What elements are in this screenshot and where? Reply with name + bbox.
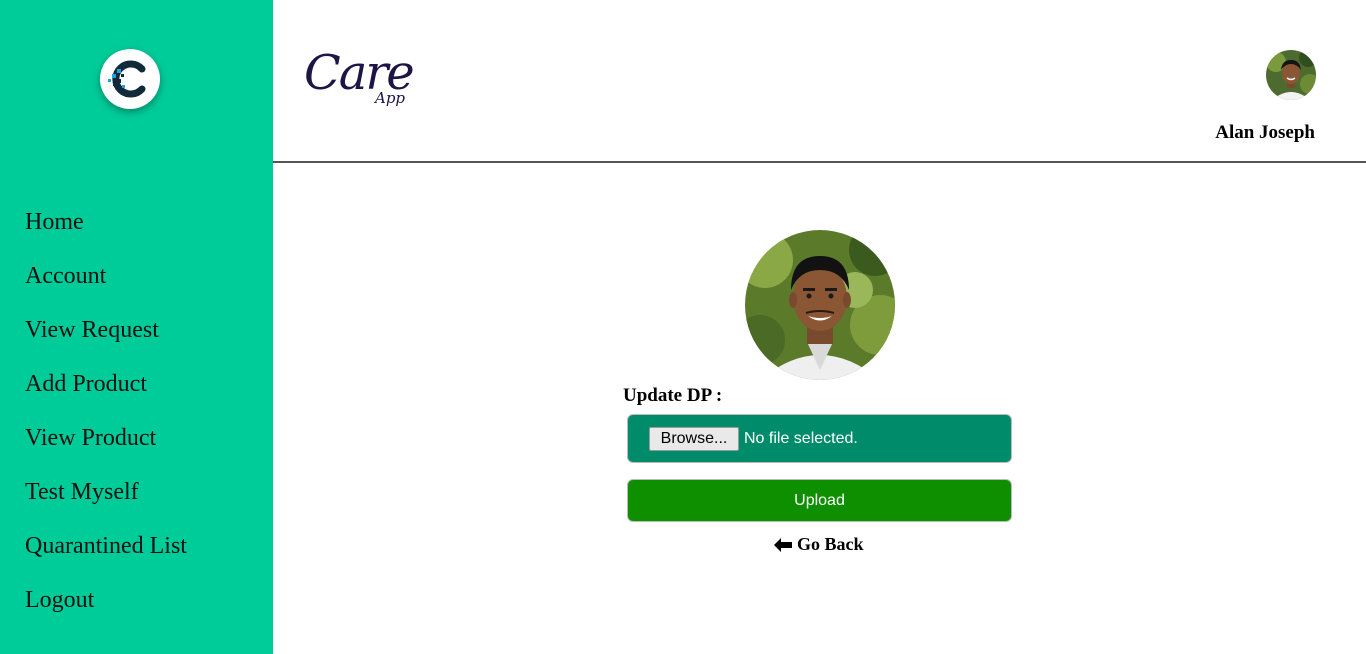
sidebar-item-account[interactable]: Account — [25, 258, 187, 312]
sidebar: Home Account View Request Add Product Vi… — [0, 0, 273, 654]
browse-button[interactable]: Browse... — [649, 427, 739, 451]
user-avatar[interactable] — [1266, 50, 1316, 100]
user-name: Alan Joseph — [1215, 122, 1315, 143]
update-dp-label: Update DP : — [623, 385, 723, 406]
arrow-left-icon — [774, 538, 792, 552]
profile-picture — [745, 230, 895, 380]
brand-logo[interactable]: Care App — [304, 38, 429, 118]
file-input[interactable]: Browse... No file selected. — [627, 414, 1012, 463]
sidebar-item-view-request[interactable]: View Request — [25, 312, 187, 366]
go-back-link[interactable]: Go Back — [773, 532, 864, 556]
sidebar-item-home[interactable]: Home — [25, 204, 187, 258]
care-app-c-logo-icon — [108, 60, 146, 98]
sidebar-item-test-myself[interactable]: Test Myself — [25, 474, 187, 528]
sidebar-item-add-product[interactable]: Add Product — [25, 366, 187, 420]
file-status-text: No file selected. — [744, 430, 858, 447]
top-header: Care App Alan Joseph — [273, 0, 1366, 163]
profile-photo-icon — [745, 230, 895, 380]
app-logo[interactable] — [100, 49, 160, 109]
upload-button[interactable]: Upload — [627, 479, 1012, 522]
user-avatar-icon — [1266, 50, 1316, 100]
go-back-label: Go Back — [797, 534, 864, 554]
sidebar-nav: Home Account View Request Add Product Vi… — [25, 204, 187, 636]
brand-subtitle: App — [375, 89, 406, 107]
sidebar-item-view-product[interactable]: View Product — [25, 420, 187, 474]
sidebar-item-quarantined-list[interactable]: Quarantined List — [25, 528, 187, 582]
sidebar-item-logout[interactable]: Logout — [25, 582, 187, 636]
